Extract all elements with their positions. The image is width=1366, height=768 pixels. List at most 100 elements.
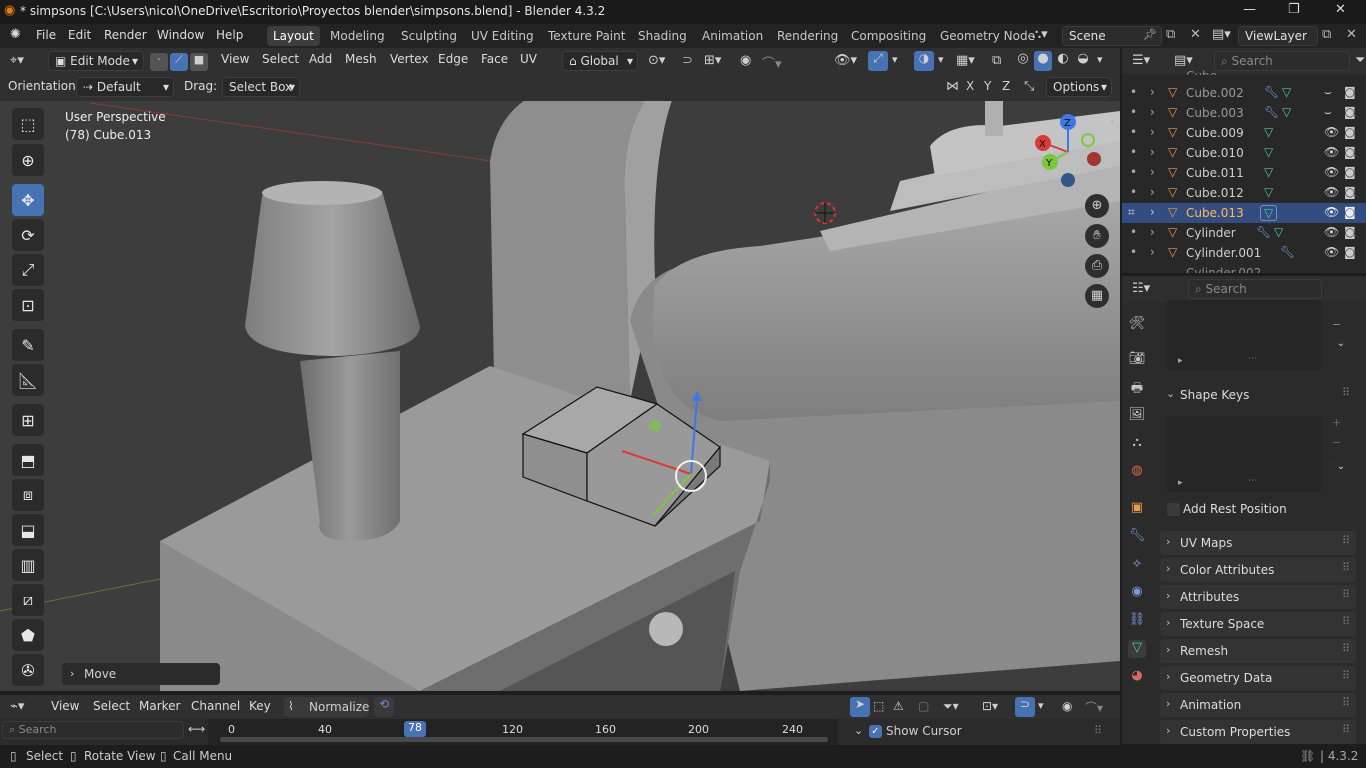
timeline-search[interactable]: ⌕ Search (2, 721, 184, 739)
orientation-dropdown[interactable]: ⇢ Default ▾ (76, 77, 174, 97)
add-cube-tool-icon[interactable]: ⊞ (12, 404, 44, 436)
gizmo-toggle-icon[interactable]: ⤢ (868, 51, 888, 71)
object-tab-icon[interactable]: ▣ (1128, 500, 1146, 518)
list-expand-icon[interactable]: ▸ (1178, 356, 1183, 366)
pan-hand-icon[interactable]: ✋︎ (1085, 224, 1109, 248)
show-cursor-checkbox[interactable]: ✓ (869, 725, 882, 738)
eye-icon[interactable]: 👁︎ (1324, 205, 1339, 219)
expand-icon[interactable]: › (1150, 245, 1155, 259)
outliner-row-cube-003[interactable]: • › ▽ Cube.003 🔧︎ ▽ ⌣ ◙ (1122, 103, 1366, 123)
tab-sculpting[interactable]: Sculpting (395, 26, 463, 46)
viewlayer-icon[interactable]: ▤▾ (1212, 27, 1231, 42)
current-frame-indicator[interactable]: 78 (404, 721, 426, 737)
last-operator-panel[interactable]: › Move (62, 663, 220, 685)
inset-tool-icon[interactable]: ⧈ (12, 479, 44, 511)
mirror-z-toggle[interactable]: Z (1002, 79, 1010, 93)
proportional-edit-icon[interactable]: ◉ (740, 53, 751, 68)
camera-render-icon[interactable]: ◙ (1344, 125, 1356, 139)
overlay-toggle-icon[interactable]: ◑ (914, 51, 934, 71)
camera-render-icon[interactable]: ◙ (1344, 85, 1356, 99)
expand-icon[interactable]: › (1150, 85, 1155, 99)
outliner-search[interactable]: ⌕ Search (1214, 51, 1350, 71)
menu-select[interactable]: Select (262, 52, 299, 66)
drag-grip-icon[interactable]: ⠿ (1342, 561, 1350, 574)
remove-shape-key-icon[interactable]: − (1332, 436, 1341, 449)
snap-icon[interactable]: ⊃ (1015, 697, 1035, 717)
bevel-tool-icon[interactable]: ⬓ (12, 514, 44, 546)
timeline-menu-channel[interactable]: Channel (191, 699, 240, 713)
mirror-x-toggle[interactable]: X (966, 79, 974, 93)
list-expand-icon[interactable]: ▸ (1178, 478, 1183, 488)
options-dropdown[interactable]: Options ▾ (1046, 77, 1112, 97)
mirror-icon[interactable]: ⋈ (946, 79, 959, 94)
menu-face[interactable]: Face (481, 52, 508, 66)
chevron-down-icon[interactable]: ⌄ (854, 724, 863, 737)
menu-edge[interactable]: Edge (438, 52, 468, 66)
outliner-row-cube-012[interactable]: • › ▽ Cube.012 ▽ 👁︎ ◙ (1122, 183, 1366, 203)
rotate-tool-icon[interactable]: ⟳ (12, 219, 44, 251)
tab-shading[interactable]: Shading (632, 26, 693, 46)
list-specials-icon[interactable]: ⌄ (1330, 338, 1352, 356)
only-selected-icon[interactable]: ▢ (918, 699, 929, 713)
refresh-icon[interactable]: ⟲ (374, 697, 394, 717)
camera-render-icon[interactable]: ◙ (1344, 145, 1356, 159)
3d-viewport[interactable]: Z X Y User Perspective (78) Cube.013 ⊕ ✋… (0, 101, 1120, 691)
vertex-select-icon[interactable]: ⋅ (150, 53, 168, 71)
camera-render-icon[interactable]: ◙ (1344, 165, 1356, 179)
snap-icon[interactable]: ⊃ (682, 53, 693, 68)
outliner-row-cube-009[interactable]: • › ▽ Cube.009 ▽ 👁︎ ◙ (1122, 123, 1366, 143)
new-viewlayer-icon[interactable]: ⧉ (1322, 27, 1331, 42)
select-box-tool-icon[interactable]: ⬚ (12, 108, 44, 140)
chevron-down-icon[interactable]: ▾ (1038, 699, 1044, 712)
filter-icon[interactable]: ⏷▾ (943, 699, 959, 714)
extrude-tool-icon[interactable]: ⬒ (12, 444, 44, 476)
output-tab-icon[interactable]: 🖶︎ (1128, 379, 1146, 397)
outliner-row-cube-002[interactable]: • › ▽ Cube.002 🔧︎ ▽ ⌣ ◙ (1122, 83, 1366, 103)
sidebar-toggle-icon[interactable]: ‹ (1110, 117, 1114, 128)
uv-maps-panel[interactable]: › UV Maps ⠿ (1160, 531, 1356, 555)
face-select-icon[interactable]: ■ (190, 53, 208, 71)
tab-animation[interactable]: Animation (696, 26, 769, 46)
mesh-data-tab-icon[interactable]: ▽ (1128, 640, 1146, 658)
swap-arrows-icon[interactable]: ⟷ (188, 722, 205, 736)
timeline-menu-select[interactable]: Select (93, 699, 130, 713)
drag-grip-icon[interactable]: ⠿ (1342, 534, 1350, 547)
eye-icon[interactable]: 👁︎ (1324, 145, 1339, 159)
tab-geometry-nodes[interactable]: Geometry Node (934, 26, 1041, 46)
outliner-row-cube-010[interactable]: • › ▽ Cube.010 ▽ 👁︎ ◙ (1122, 143, 1366, 163)
eye-closed-icon[interactable]: ⌣ (1324, 105, 1332, 120)
minimize-button[interactable]: — (1243, 2, 1256, 17)
timeline-scrollbar[interactable] (220, 737, 828, 742)
pivot-point-icon[interactable]: ⊙▾ (648, 53, 665, 68)
add-shape-key-icon[interactable]: + (1332, 416, 1341, 429)
menu-view[interactable]: View (221, 52, 249, 66)
menu-edit[interactable]: Edit (68, 28, 91, 42)
animation-panel[interactable]: › Animation ⠿ (1160, 693, 1356, 717)
move-tool-icon[interactable]: ✥ (12, 184, 44, 216)
zoom-icon[interactable]: ⊕ (1085, 194, 1109, 218)
tab-layout[interactable]: Layout (267, 26, 320, 46)
shape-keys-panel-header[interactable]: ⌄ Shape Keys ⠿ (1160, 383, 1356, 407)
drag-grip-icon[interactable]: ⠿ (1342, 723, 1350, 736)
spin-tool-icon[interactable]: ✇ (12, 654, 44, 686)
ortho-grid-icon[interactable]: ▦ (1085, 284, 1109, 308)
viewlayer-selector[interactable]: ViewLayer (1238, 26, 1318, 46)
falloff-icon[interactable]: ⌒▾ (1085, 699, 1103, 716)
material-tab-icon[interactable]: ◕ (1128, 668, 1146, 686)
timeline-menu-marker[interactable]: Marker (139, 699, 180, 713)
world-tab-icon[interactable]: ◍ (1128, 463, 1146, 481)
wireframe-shading-icon[interactable]: ◎ (1014, 51, 1032, 71)
tab-texture-paint[interactable]: Texture Paint (542, 26, 631, 46)
box-select-icon[interactable]: ⬚ (873, 699, 884, 713)
modifiers-tab-icon[interactable]: 🔧︎ (1128, 528, 1146, 546)
add-rest-position-checkbox[interactable] (1167, 503, 1180, 516)
camera-icon[interactable]: ⎙ (1085, 254, 1109, 278)
list-remove-icon[interactable]: − (1332, 318, 1341, 331)
tab-modeling[interactable]: Modeling (324, 26, 391, 46)
delete-viewlayer-icon[interactable]: ✕ (1346, 27, 1357, 42)
eye-closed-icon[interactable]: ⌣ (1324, 85, 1332, 100)
chevron-down-icon[interactable]: ▾ (892, 53, 898, 66)
shape-key-specials-icon[interactable]: ⌄ (1330, 461, 1352, 479)
drag-grip-icon[interactable]: ⠿ (1342, 669, 1350, 682)
warning-icon[interactable]: ⚠ (893, 699, 904, 713)
